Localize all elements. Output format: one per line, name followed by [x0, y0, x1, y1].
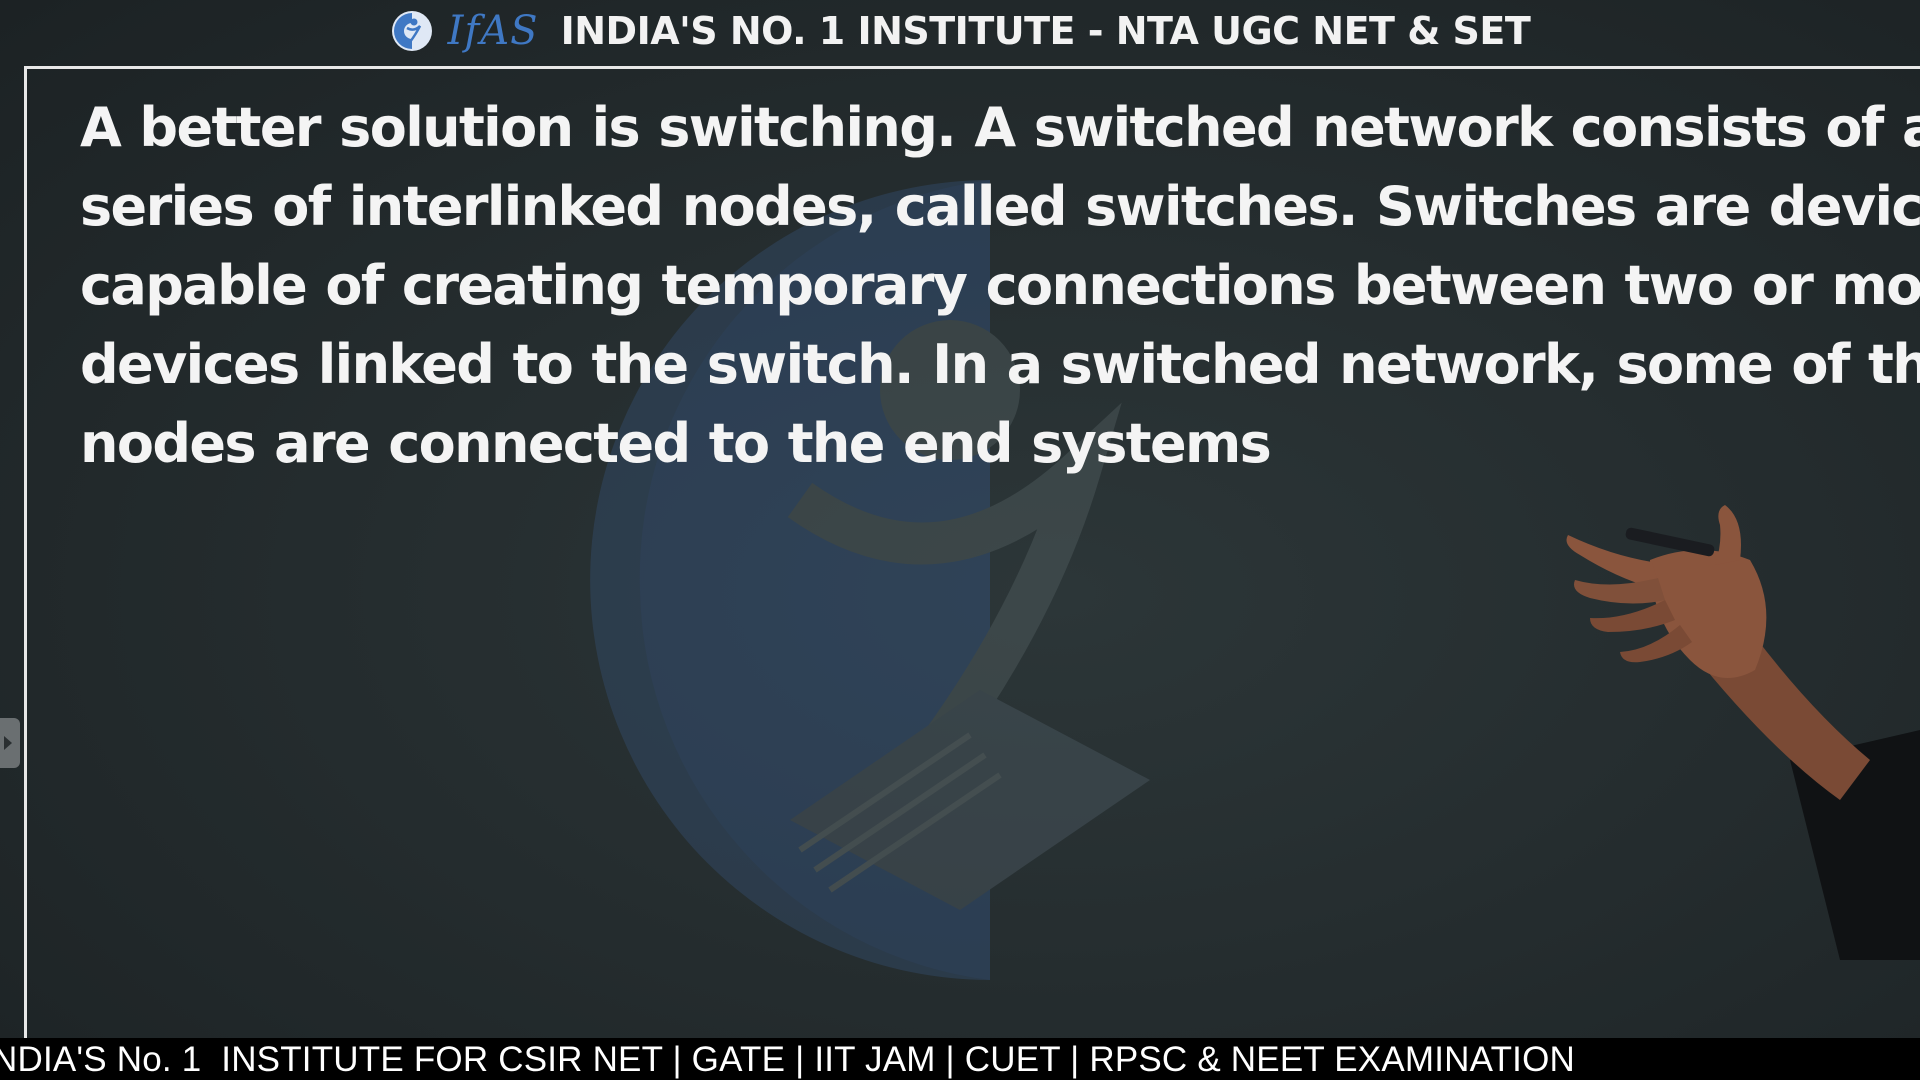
side-panel-toggle[interactable] — [0, 718, 20, 768]
video-frame: IfAS INDIA'S NO. 1 INSTITUTE - NTA UGC N… — [0, 0, 1920, 1080]
banner-title: INDIA'S NO. 1 INSTITUTE - NTA UGC NET & … — [560, 9, 1531, 53]
presenter-hand — [1566, 505, 1920, 960]
brand-name: IfAS — [447, 8, 539, 54]
slide-line: series of interlinked nodes, called swit… — [80, 175, 1920, 238]
ifas-logo-icon — [391, 11, 432, 51]
slide-line: capable of creating temporary connection… — [80, 254, 1920, 317]
slide-line: devices linked to the switch. In a switc… — [80, 333, 1920, 396]
bottom-ticker: NDIA'S No. 1 INSTITUTE FOR CSIR NET | GA… — [0, 1038, 1920, 1080]
ticker-text: NDIA'S No. 1 INSTITUTE FOR CSIR NET | GA… — [0, 1040, 1575, 1079]
top-banner: IfAS INDIA'S NO. 1 INSTITUTE - NTA UGC N… — [0, 0, 1920, 62]
slide-paragraph: A better solution is switching. A switch… — [80, 88, 1920, 483]
slide-line: A better solution is switching. A switch… — [80, 96, 1920, 159]
slide-line: nodes are connected to the end systems — [80, 412, 1272, 475]
